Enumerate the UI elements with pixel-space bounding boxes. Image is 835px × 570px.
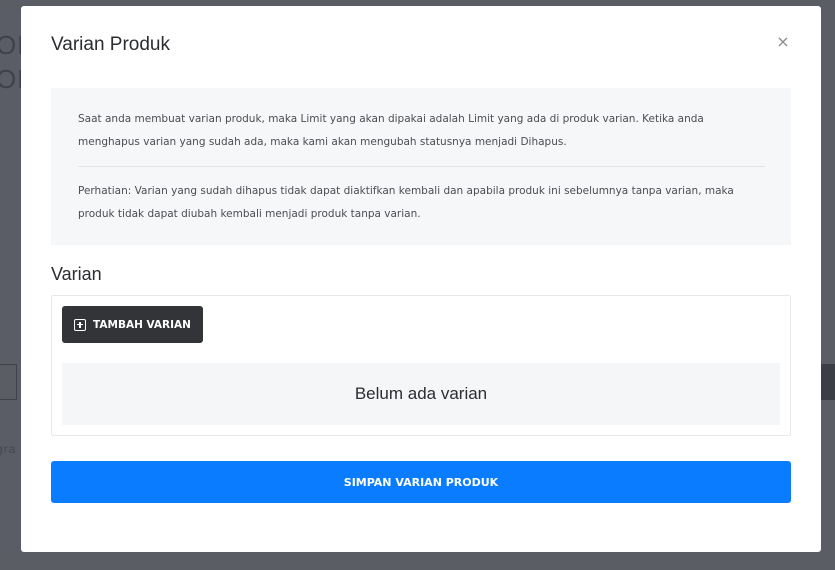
info-divider [78,166,765,167]
close-icon[interactable]: × [775,34,791,50]
save-variant-button[interactable]: SIMPAN VARIAN PRODUK [51,461,791,503]
variant-modal: Varian Produk × Saat anda membuat varian… [21,6,821,552]
background-input [0,364,17,400]
variants-section-title: Varian [51,264,102,284]
info-box: Saat anda membuat varian produk, maka Li… [51,88,791,245]
add-variant-label: TAMBAH VARIAN [93,318,191,331]
modal-title: Varian Produk [51,34,170,55]
variant-panel: TAMBAH VARIAN Belum ada varian [51,295,791,436]
background-button [821,364,835,400]
info-text: Saat anda membuat varian produk, maka Li… [78,113,704,148]
empty-state: Belum ada varian [62,363,780,425]
add-variant-button[interactable]: TAMBAH VARIAN [62,306,203,343]
empty-state-message: Belum ada varian [354,384,488,403]
background-text: gra [0,442,17,456]
plus-square-icon [74,318,87,331]
warning-text: Perhatian: Varian yang sudah dihapus tid… [78,185,734,220]
